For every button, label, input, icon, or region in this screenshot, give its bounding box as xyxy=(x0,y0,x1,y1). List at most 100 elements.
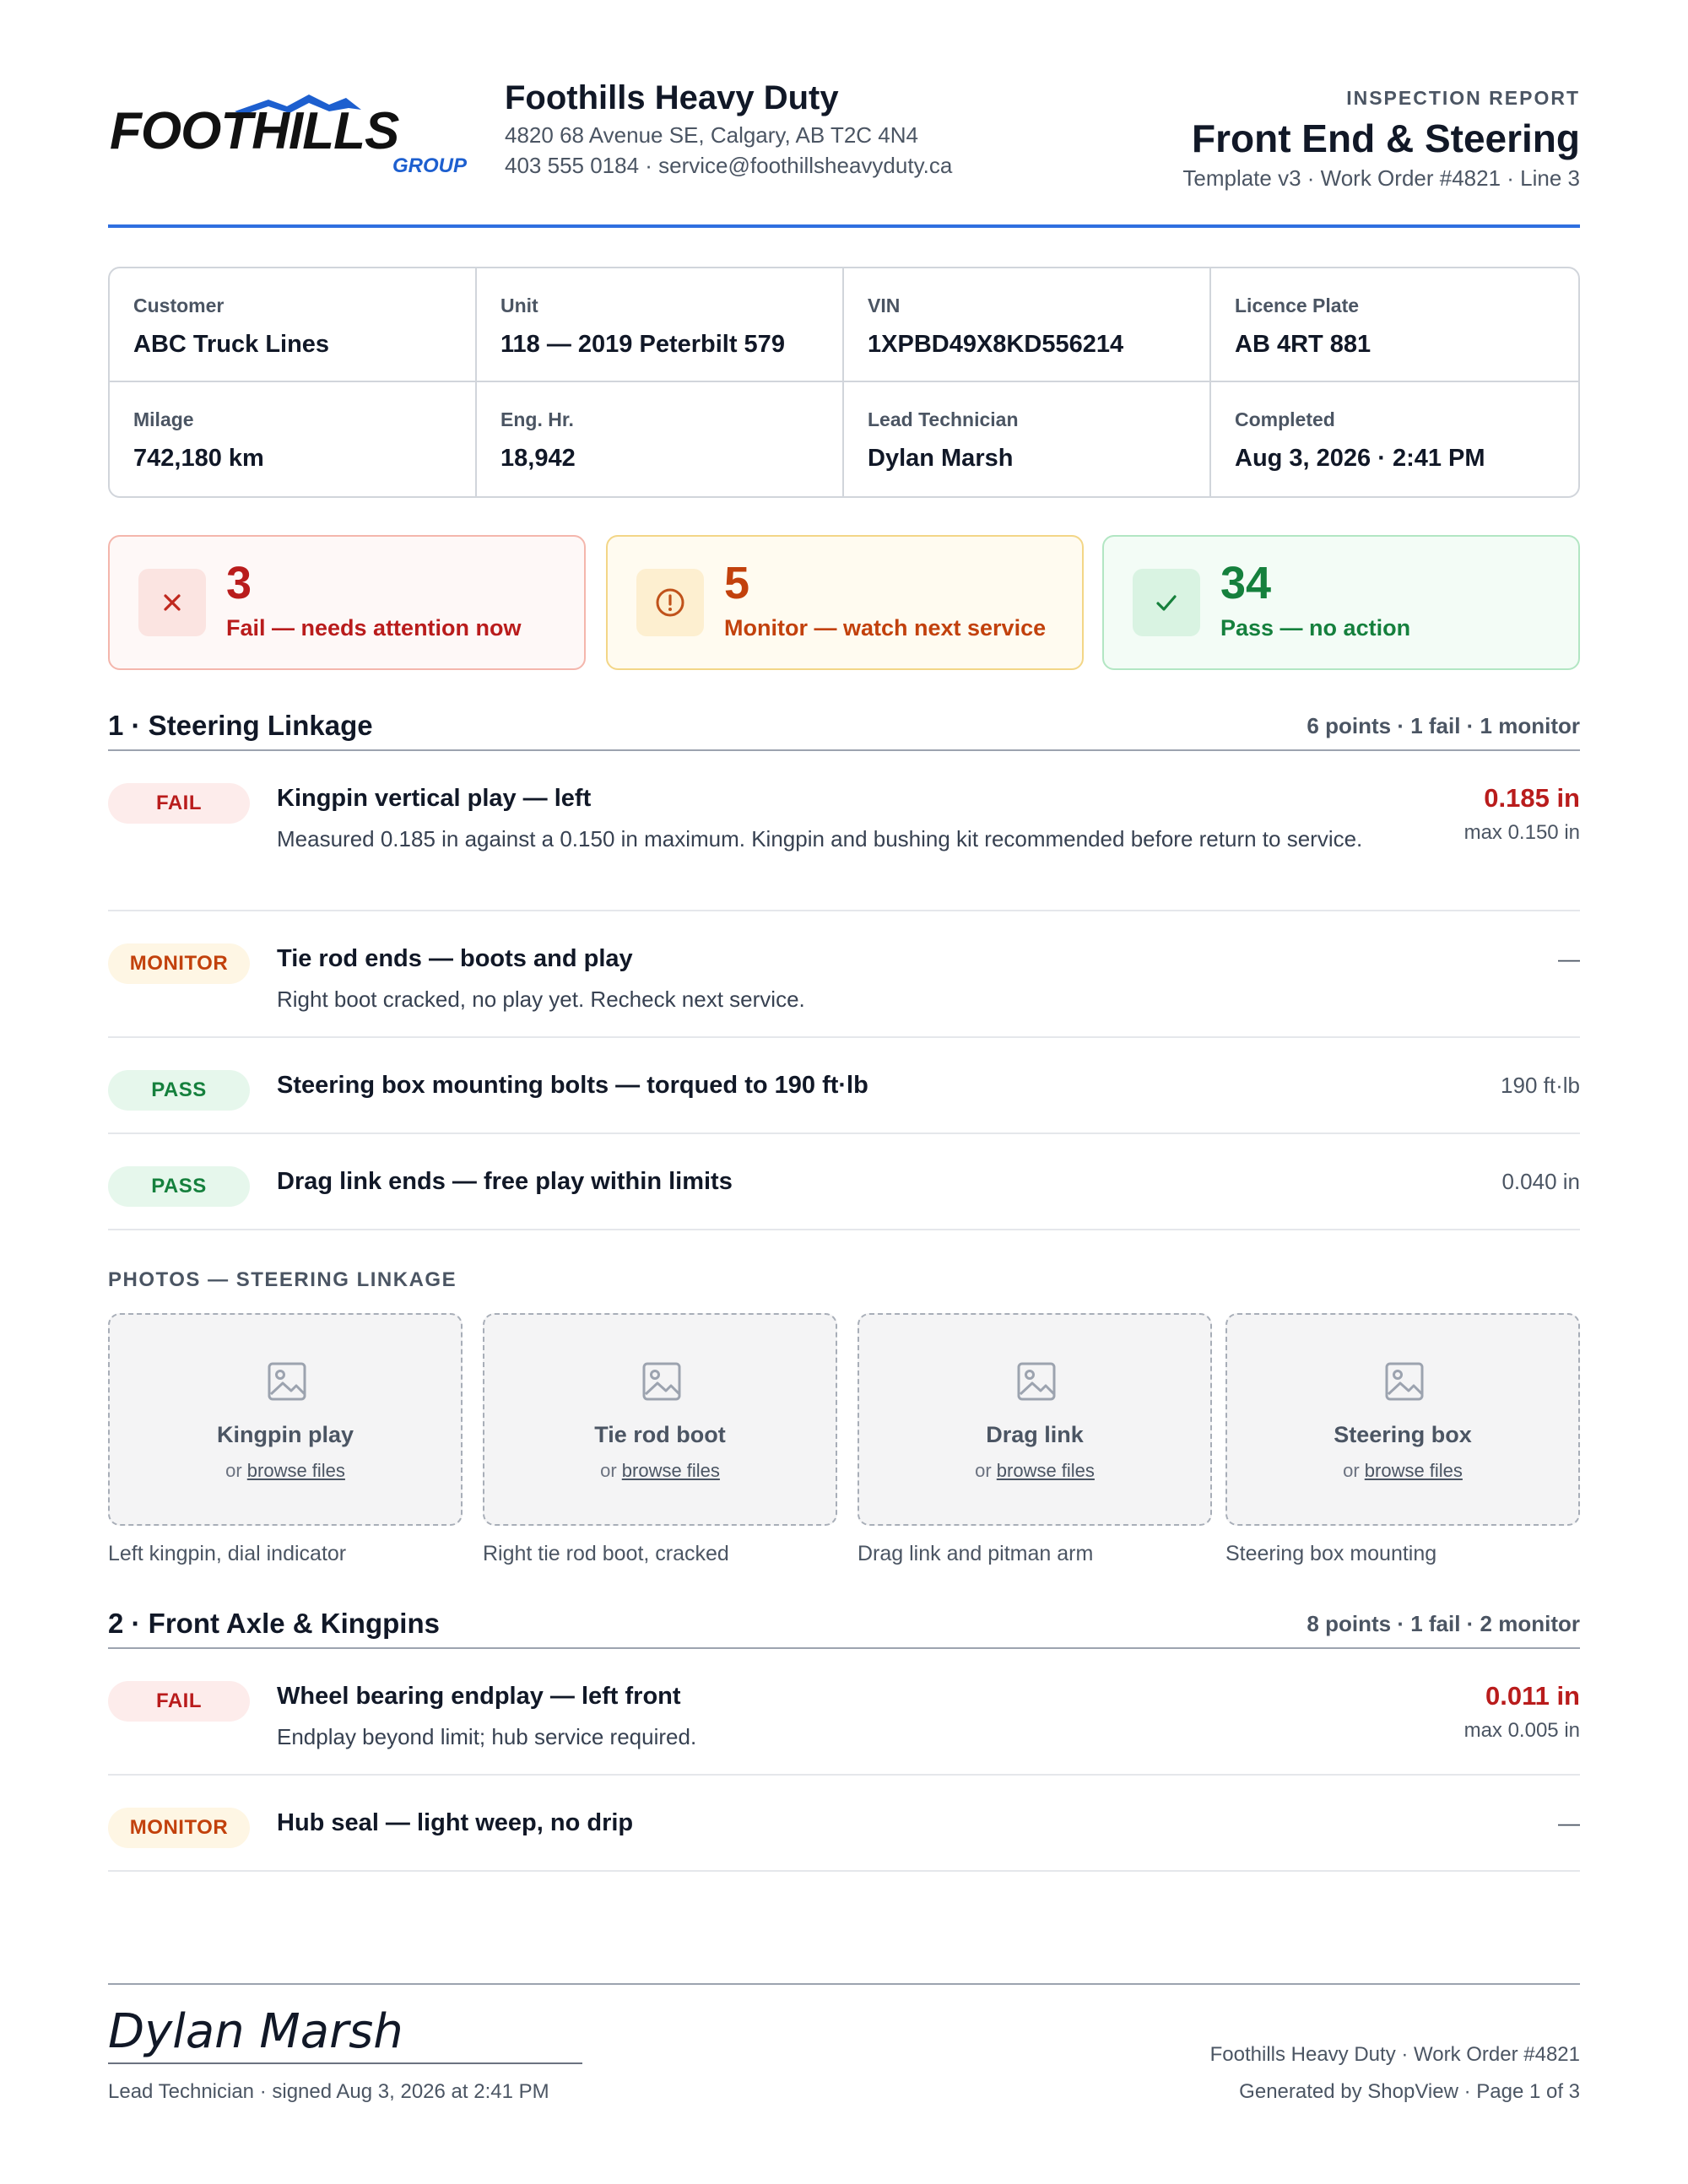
info-customer: Customer ABC Truck Lines xyxy=(110,268,477,382)
image-icon xyxy=(268,1362,306,1401)
info-milage: Milage 742,180 km xyxy=(110,382,477,496)
x-icon xyxy=(138,569,206,636)
info-label: Completed xyxy=(1235,408,1335,430)
max-value: max 0.005 in xyxy=(1463,1719,1580,1742)
fail-summary-card: 3 Fail — needs attention now xyxy=(108,535,586,670)
photo-caption: Left kingpin, dial indicator xyxy=(108,1542,347,1565)
fail-count: 3 xyxy=(226,558,252,608)
status-badge: PASS xyxy=(108,1070,250,1111)
section-header: 2 · Front Axle & Kingpins 8 points · 1 f… xyxy=(108,1605,1580,1649)
report-eyebrow: INSPECTION REPORT xyxy=(1346,87,1580,109)
inspection-row: MONITOR Hub seal — light weep, no drip — xyxy=(108,1776,1580,1872)
row-title: Wheel bearing endplay — left front xyxy=(277,1683,681,1710)
or-text: or xyxy=(600,1460,617,1481)
report-subtitle: Template v3 · Work Order #4821 · Line 3 xyxy=(1182,165,1580,191)
measured-value: 0.185 in xyxy=(1484,783,1580,813)
footer-divider xyxy=(108,1983,1580,1985)
fail-label: Fail — needs attention now xyxy=(226,615,522,641)
info-label: Milage xyxy=(133,408,194,430)
photo-browse: or browse files xyxy=(484,1458,836,1484)
report-header: FOOTHILLS GROUP Foothills Heavy Duty 482… xyxy=(108,76,1580,228)
report-title-block: INSPECTION REPORT Front End & Steering T… xyxy=(1182,84,1580,192)
row-title: Steering box mounting bolts — torqued to… xyxy=(277,1072,868,1099)
photo-upload-kingpin[interactable]: Kingpin play or browse files xyxy=(108,1313,463,1526)
company-contact: 403 555 0184 · service@foothillsheavydut… xyxy=(505,153,953,178)
photo-upload-steering-box[interactable]: Steering box or browse files xyxy=(1225,1313,1580,1526)
info-value: Aug 3, 2026 · 2:41 PM xyxy=(1235,445,1485,472)
info-value: ABC Truck Lines xyxy=(133,331,330,358)
measured-value: 0.011 in xyxy=(1485,1681,1580,1711)
inspection-row: FAIL Wheel bearing endplay — left front … xyxy=(108,1649,1580,1776)
logo-wordmark: FOOTHILLS xyxy=(110,102,399,160)
photo-caption: Right tie rod boot, cracked xyxy=(483,1542,729,1565)
info-label: Unit xyxy=(500,295,538,316)
photo-browse: or browse files xyxy=(110,1458,461,1484)
info-engine-hours: Eng. Hr. 18,942 xyxy=(477,382,844,496)
status-badge: FAIL xyxy=(108,1681,250,1722)
measured-value: — xyxy=(1558,946,1580,971)
photo-upload-drag-link[interactable]: Drag link or browse files xyxy=(858,1313,1212,1526)
inspection-row: FAIL Kingpin vertical play — left Measur… xyxy=(108,751,1580,911)
info-label: Customer xyxy=(133,295,225,316)
browse-files-link[interactable]: browse files xyxy=(997,1460,1095,1481)
info-lead-technician: Lead Technician Dylan Marsh xyxy=(844,382,1211,496)
row-description: Right boot cracked, no play yet. Recheck… xyxy=(277,987,805,1012)
row-description: Measured 0.185 in against a 0.150 in max… xyxy=(277,826,1363,851)
photo-upload-tie-rod[interactable]: Tie rod boot or browse files xyxy=(483,1313,837,1526)
inspection-row: PASS Steering box mounting bolts — torqu… xyxy=(108,1038,1580,1134)
logo-subtext: GROUP xyxy=(392,154,468,176)
monitor-label: Monitor — watch next service xyxy=(724,615,1047,641)
pass-summary-card: 34 Pass — no action xyxy=(1102,535,1580,670)
photo-label: Drag link xyxy=(986,1422,1084,1447)
info-vin: VIN 1XPBD49X8KD556214 xyxy=(844,268,1211,382)
row-title: Kingpin vertical play — left xyxy=(277,785,592,812)
or-text: or xyxy=(225,1460,242,1481)
header-divider xyxy=(108,224,1580,228)
photo-caption: Steering box mounting xyxy=(1225,1542,1437,1565)
image-icon xyxy=(1017,1362,1056,1401)
section-meta: 8 points · 1 fail · 2 monitor xyxy=(1307,1611,1580,1636)
foothills-group-logo: FOOTHILLS GROUP xyxy=(110,95,468,176)
info-label: Eng. Hr. xyxy=(500,408,574,430)
alert-circle-icon xyxy=(636,569,704,636)
monitor-count: 5 xyxy=(724,558,750,608)
info-value: AB 4RT 881 xyxy=(1235,331,1372,358)
photo-label: Steering box xyxy=(1334,1422,1472,1447)
row-description: Endplay beyond limit; hub service requir… xyxy=(277,1724,697,1749)
image-icon xyxy=(1385,1362,1424,1401)
status-badge: MONITOR xyxy=(108,943,250,984)
footer-page-info: Generated by ShopView · Page 1 of 3 xyxy=(1239,2080,1580,2103)
check-icon xyxy=(1133,569,1200,636)
or-text: or xyxy=(975,1460,992,1481)
row-title: Drag link ends — free play within limits xyxy=(277,1168,733,1195)
measured-value: 190 ft·lb xyxy=(1501,1073,1580,1098)
info-label: Licence Plate xyxy=(1235,295,1360,316)
info-label: Lead Technician xyxy=(868,408,1019,430)
vehicle-info-grid: Customer ABC Truck Lines Unit 118 — 2019… xyxy=(108,267,1580,498)
status-badge: FAIL xyxy=(108,783,250,824)
footer-work-order: Foothills Heavy Duty · Work Order #4821 xyxy=(1209,2043,1580,2066)
or-text: or xyxy=(1343,1460,1360,1481)
photo-label: Tie rod boot xyxy=(594,1422,726,1447)
photos-heading: PHOTOS — STEERING LINKAGE xyxy=(108,1268,457,1291)
info-licence-plate: Licence Plate AB 4RT 881 xyxy=(1211,268,1578,382)
max-value: max 0.150 in xyxy=(1463,821,1580,844)
browse-files-link[interactable]: browse files xyxy=(247,1460,345,1481)
measured-value: 0.040 in xyxy=(1501,1169,1580,1194)
status-badge: MONITOR xyxy=(108,1808,250,1848)
browse-files-link[interactable]: browse files xyxy=(1365,1460,1463,1481)
company-address: 4820 68 Avenue SE, Calgary, AB T2C 4N4 xyxy=(505,122,918,148)
pass-label: Pass — no action xyxy=(1220,615,1411,641)
info-value: 742,180 km xyxy=(133,445,264,472)
info-value: 18,942 xyxy=(500,445,576,472)
section-title: 2 · Front Axle & Kingpins xyxy=(108,1608,440,1639)
info-value: 118 — 2019 Peterbilt 579 xyxy=(500,331,785,358)
inspection-row: PASS Drag link ends — free play within l… xyxy=(108,1134,1580,1230)
info-completed: Completed Aug 3, 2026 · 2:41 PM xyxy=(1211,382,1578,496)
measured-value: — xyxy=(1558,1810,1580,1835)
section-title: 1 · Steering Linkage xyxy=(108,710,373,741)
report-title: Front End & Steering xyxy=(1192,116,1580,160)
photo-caption: Drag link and pitman arm xyxy=(858,1542,1094,1565)
image-icon xyxy=(642,1362,681,1401)
browse-files-link[interactable]: browse files xyxy=(622,1460,720,1481)
